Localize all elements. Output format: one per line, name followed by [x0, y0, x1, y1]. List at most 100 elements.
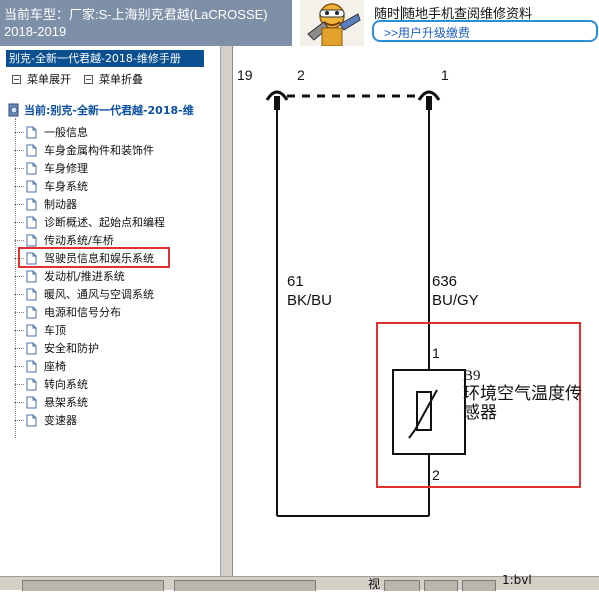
tree-item-label: 安全和防护 [44, 342, 99, 355]
bottom-button-3[interactable] [384, 580, 420, 591]
tree-item-label: 电源和信号分布 [44, 306, 121, 319]
tree-item[interactable]: 安全和防护 [14, 340, 99, 356]
left-pin-block [274, 96, 280, 110]
tree-item[interactable]: 车身金属构件和装饰件 [14, 142, 154, 158]
tree-connector [14, 383, 24, 385]
tree-item[interactable]: 悬架系统 [14, 394, 88, 410]
navigation-tree-pane[interactable]: 别克-全新一代君越-2018-维修手册 菜单展开 菜单折叠 当前:别克-全新一代… [0, 46, 221, 576]
upgrade-link[interactable]: >>用户升级缴费 [384, 24, 470, 41]
document-icon [26, 162, 37, 174]
tree-root[interactable]: 当前:别克-全新一代君越-2018-维 [8, 102, 194, 118]
pin-label-19: 19 [237, 67, 253, 83]
tree-item[interactable]: 暖风、通风与空调系统 [14, 286, 154, 302]
document-icon [26, 198, 37, 210]
document-icon [26, 270, 37, 282]
scale-label: 1:bvl [502, 573, 532, 587]
bottom-button-5[interactable] [462, 580, 496, 591]
document-icon [26, 180, 37, 192]
tree-item-label: 发动机/推进系统 [44, 270, 125, 283]
right-pin-block [426, 96, 432, 110]
document-icon [26, 306, 37, 318]
vehicle-title-line2: 2018-2019 [4, 24, 67, 39]
tree-item-label: 悬架系统 [44, 396, 88, 409]
pin-label-1-top: 1 [441, 67, 449, 83]
document-icon [26, 234, 37, 246]
bottom-button-1[interactable] [22, 580, 164, 591]
tree-item-label: 一般信息 [44, 126, 88, 139]
document-icon [26, 378, 37, 390]
tree-item[interactable]: 发动机/推进系统 [14, 268, 125, 284]
tree-connector [14, 167, 24, 169]
tree-item-label: 传动系统/车桥 [44, 234, 114, 247]
right-wire-color: BU/GY [432, 292, 479, 309]
banner-text-a: 随时 [374, 6, 403, 21]
tree-connector [14, 365, 24, 367]
document-icon [26, 288, 37, 300]
manual-title[interactable]: 别克-全新一代君越-2018-维修手册 [6, 50, 204, 67]
collapse-menu-button[interactable]: 菜单折叠 [84, 71, 143, 87]
menu-square-icon [84, 74, 93, 84]
right-wire-label: 636 BU/GY [432, 272, 479, 310]
tree-connector [14, 131, 24, 133]
left-wire-label: 61 BK/BU [287, 272, 332, 310]
sensor-name: 环境空气温度传感器 [463, 384, 582, 422]
view-label: 视 [368, 577, 381, 591]
tree-connector [14, 203, 24, 205]
sensor-code: B9 [463, 368, 481, 384]
bottom-toolbar: 视 1:bvl [0, 573, 599, 591]
tree-item[interactable]: 电源和信号分布 [14, 304, 121, 320]
tree-item[interactable]: 诊断概述、起始点和编程 [14, 214, 165, 230]
tree-connector [14, 401, 24, 403]
document-icon [26, 414, 37, 426]
tree-connector [14, 149, 24, 151]
tree-root-label: 当前:别克-全新一代君越-2018-维 [24, 104, 194, 117]
tree-item-label: 转向系统 [44, 378, 88, 391]
tree-item[interactable]: 车身修理 [14, 160, 88, 176]
tree-item[interactable]: 转向系统 [14, 376, 88, 392]
tree-connector [14, 239, 24, 241]
left-wire-number: 61 [287, 273, 304, 290]
tree-item-label: 制动器 [44, 198, 77, 211]
pin-label-2-top: 2 [297, 67, 305, 83]
bottom-button-2[interactable] [174, 580, 316, 591]
document-icon [26, 342, 37, 354]
left-wire-color: BK/BU [287, 292, 333, 309]
tree-item[interactable]: 车顶 [14, 322, 66, 338]
pane-splitter[interactable] [221, 46, 233, 576]
tree-connector [14, 221, 24, 223]
bottom-button-4[interactable] [424, 580, 458, 591]
tree-connector [14, 329, 24, 331]
tree-connector [14, 419, 24, 421]
expand-menu-button[interactable]: 菜单展开 [12, 71, 71, 87]
right-wire-number: 636 [432, 273, 458, 290]
tree-item-label: 车身修理 [44, 162, 88, 175]
tree-item[interactable]: 车身系统 [14, 178, 88, 194]
book-globe-icon [8, 103, 19, 117]
document-icon [26, 324, 37, 336]
document-icon [26, 216, 37, 228]
expand-menu-label: 菜单展开 [27, 73, 71, 86]
document-icon [26, 396, 37, 408]
collapse-menu-label: 菜单折叠 [99, 73, 143, 86]
tree-connector [14, 347, 24, 349]
vehicle-title: 当前车型：厂家:S-上海别克君越(LaCROSSE) 2018-2019 [4, 6, 294, 40]
app-header: 当前车型：厂家:S-上海别克君越(LaCROSSE) 2018-2019 随时随… [0, 0, 599, 46]
tree-item-label: 诊断概述、起始点和编程 [44, 216, 165, 229]
tree-item[interactable]: 传动系统/车桥 [14, 232, 114, 248]
menu-square-icon [12, 74, 21, 84]
document-icon [26, 144, 37, 156]
tree-item[interactable]: 座椅 [14, 358, 66, 374]
sensor-pin-2: 2 [432, 467, 440, 483]
upgrade-box[interactable]: >>用户升级缴费 [372, 20, 598, 42]
selected-item-highlight [18, 247, 170, 268]
vehicle-title-line1: 当前车型：厂家:S-上海别克君越(LaCROSSE) [4, 7, 268, 22]
document-icon [26, 126, 37, 138]
wiring-diagram-svg [265, 90, 466, 517]
tree-item[interactable]: 制动器 [14, 196, 77, 212]
wiring-diagram: 19 2 1 61 BK/BU 636 BU/GY 1 2 B9 环境空气温度传… [233, 46, 599, 576]
tree-item[interactable]: 一般信息 [14, 124, 88, 140]
document-icon [26, 360, 37, 372]
tree-item-label: 车顶 [44, 324, 66, 337]
ad-banner[interactable]: 随时 随地手机查阅维修资料 >>用户升级缴费 [292, 0, 599, 46]
tree-item[interactable]: 变速器 [14, 412, 77, 428]
